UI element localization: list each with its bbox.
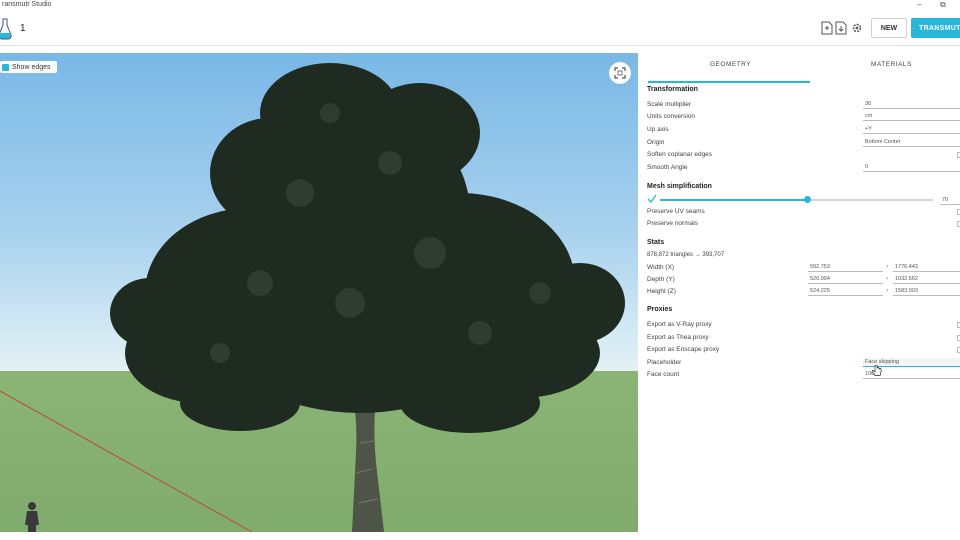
depth-label: Depth (Y) <box>647 276 675 283</box>
slider-thumb[interactable] <box>803 196 811 203</box>
origin-select[interactable]: Bottom Center <box>863 138 960 147</box>
arrow-icon: › <box>886 276 888 282</box>
units-conversion-select[interactable]: cm <box>863 112 960 121</box>
simplification-slider[interactable] <box>660 196 933 203</box>
transmute-button[interactable]: TRANSMUT <box>911 18 960 38</box>
expand-icon <box>614 67 626 79</box>
arrow-icon: › <box>886 288 888 294</box>
height-original[interactable]: 524.225 <box>808 287 883 296</box>
width-original[interactable]: 592.753 <box>808 263 883 272</box>
hand-cursor-icon <box>872 365 882 376</box>
height-label: Height (Z) <box>647 288 676 295</box>
tab-materials[interactable]: MATERIALS <box>871 61 912 68</box>
tab-number[interactable]: 1 <box>20 23 26 34</box>
active-tab-indicator <box>648 81 810 83</box>
minimize-button[interactable]: – <box>917 0 921 9</box>
soften-edges-label: Soften coplanar edges <box>647 151 713 158</box>
transformation-heading: Transformation <box>647 86 698 93</box>
width-label: Width (X) <box>647 264 675 271</box>
settings-panel: GEOMETRY MATERIALS Transformation Scale … <box>640 47 960 540</box>
slider-fill <box>660 199 808 201</box>
width-result[interactable]: 1776.443 <box>893 263 960 272</box>
proxies-heading: Proxies <box>647 306 673 313</box>
preserve-uv-seams-label: Preserve UV seams <box>647 208 705 215</box>
depth-original[interactable]: 520.994 <box>808 275 883 284</box>
window-title: ransmutr Studio <box>2 1 52 8</box>
tab-geometry[interactable]: GEOMETRY <box>710 61 751 68</box>
smooth-angle-label: Smooth Angle <box>647 164 688 171</box>
up-axis-select[interactable]: +Y <box>863 125 960 134</box>
height-result[interactable]: 1583.003 <box>893 287 960 296</box>
checkmark-icon[interactable] <box>647 194 657 203</box>
vray-proxy-label: Export as V-Ray proxy <box>647 321 712 328</box>
tree-render <box>0 63 625 532</box>
triangle-count: 878,872 triangles → 393,707 <box>647 252 725 258</box>
toolbar: 1 NEW TRANSMUT <box>0 12 960 46</box>
import-file-icon[interactable] <box>821 21 833 35</box>
show-edges-toggle[interactable]: Show edges <box>0 61 57 73</box>
gear-icon[interactable] <box>851 21 863 35</box>
mesh-simplification-heading: Mesh simplification <box>647 183 712 190</box>
scale-figure <box>25 502 39 532</box>
scale-multiplier-input[interactable]: 30 <box>863 100 960 109</box>
scale-multiplier-label: Scale multiplier <box>647 101 692 108</box>
show-edges-checkbox[interactable] <box>2 63 9 71</box>
flask-logo-icon <box>0 18 12 40</box>
fullscreen-button[interactable] <box>609 62 631 84</box>
preserve-normals-label: Preserve normals <box>647 220 698 227</box>
placeholder-label: Placeholder <box>647 359 682 366</box>
new-button[interactable]: NEW <box>871 18 907 38</box>
up-axis-label: Up axis <box>647 126 669 133</box>
show-edges-label: Show edges <box>12 63 51 71</box>
stats-heading: Stats <box>647 239 665 246</box>
title-bar: ransmutr Studio – ⧉ <box>0 0 960 12</box>
arrow-icon: › <box>886 264 888 270</box>
origin-label: Origin <box>647 139 665 146</box>
units-conversion-label: Units conversion <box>647 113 696 120</box>
thea-proxy-label: Export as Thea proxy <box>647 334 709 341</box>
export-file-icon[interactable] <box>835 21 847 35</box>
simplification-value[interactable]: 70 <box>940 196 960 205</box>
face-count-label: Face count <box>647 371 680 378</box>
3d-viewport[interactable]: Show edges <box>0 53 638 532</box>
enscape-proxy-label: Export as Enscape proxy <box>647 346 720 353</box>
panel-tabs: GEOMETRY MATERIALS <box>640 55 960 83</box>
depth-result[interactable]: 1032.562 <box>893 275 960 284</box>
smooth-angle-input[interactable]: 0 <box>863 163 960 172</box>
restore-button[interactable]: ⧉ <box>940 0 946 10</box>
